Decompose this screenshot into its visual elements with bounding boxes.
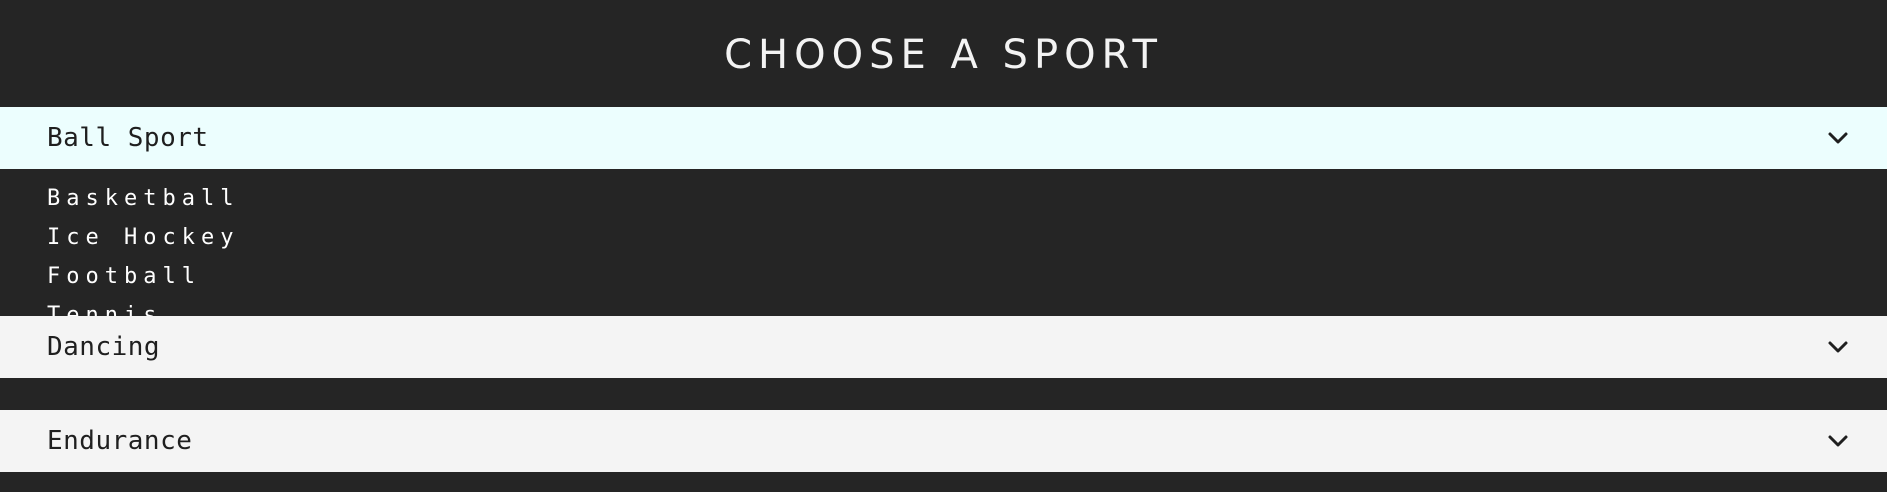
sport-item-basketball[interactable]: Basketball — [47, 179, 1887, 218]
sport-item-ice-hockey[interactable]: Ice Hockey — [47, 218, 1887, 257]
chevron-down-icon — [1824, 333, 1852, 361]
accordion-header-dancing[interactable]: Dancing — [0, 316, 1887, 378]
chevron-down-icon — [1824, 124, 1852, 152]
accordion-label-dancing: Dancing — [47, 332, 161, 362]
bottom-spacer — [0, 472, 1887, 492]
accordion-header-endurance[interactable]: Endurance — [0, 410, 1887, 472]
chevron-down-icon — [1824, 427, 1852, 455]
accordion-panel-ball-sport: Basketball Ice Hockey Football Tennis — [0, 169, 1887, 316]
sport-item-tennis[interactable]: Tennis — [47, 296, 1887, 316]
accordion-panel-dancing — [0, 378, 1887, 410]
accordion-label-endurance: Endurance — [47, 426, 193, 456]
page-title: CHOOSE A SPORT — [724, 31, 1163, 78]
sport-item-football[interactable]: Football — [47, 257, 1887, 296]
accordion-header-ball-sport[interactable]: Ball Sport — [0, 107, 1887, 169]
accordion-label-ball-sport: Ball Sport — [47, 123, 209, 153]
page-header: CHOOSE A SPORT — [0, 0, 1887, 107]
